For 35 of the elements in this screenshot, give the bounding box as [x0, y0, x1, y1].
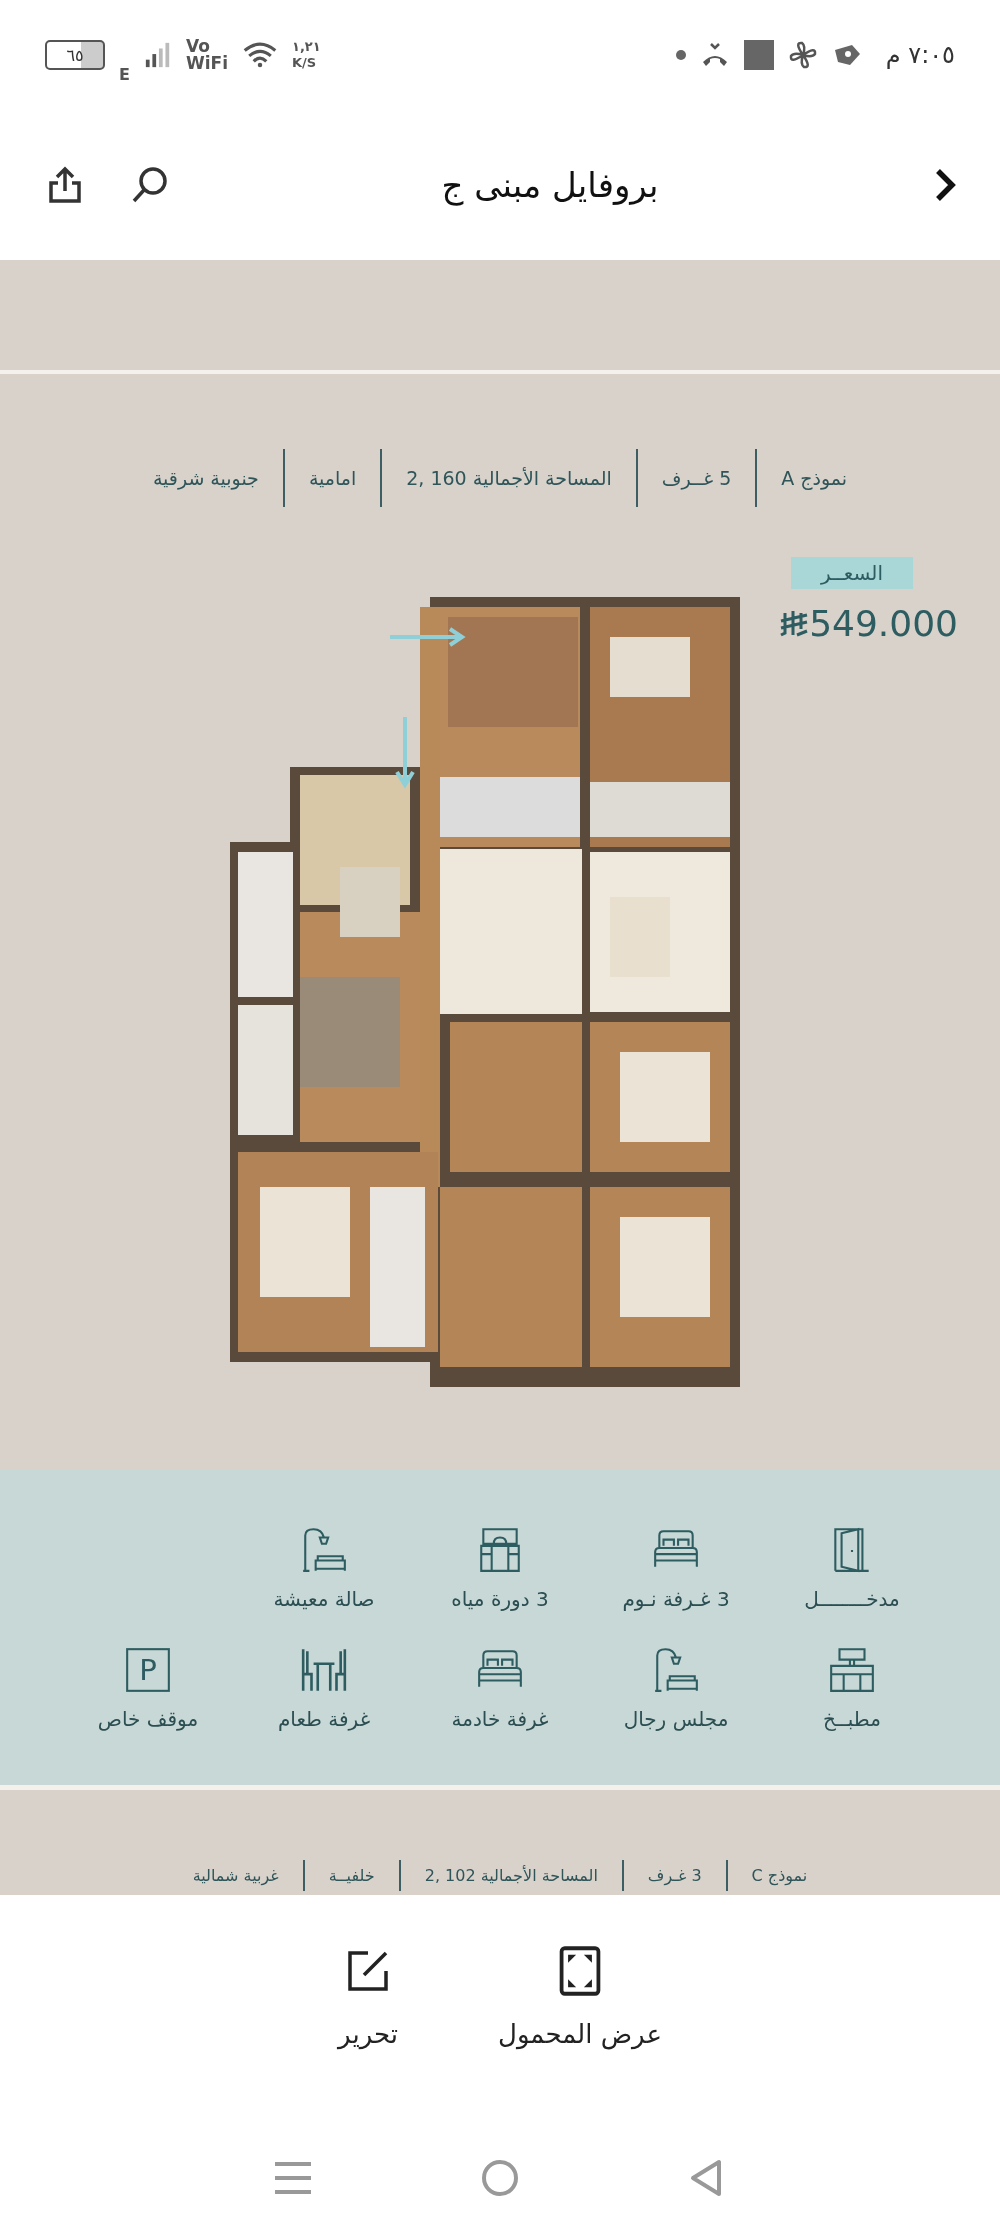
- spec-label: غربية شمالية: [191, 1865, 280, 1888]
- amenity-label: موقف خاص: [97, 1706, 199, 1731]
- spec-label: 3 غـرف: [621, 1860, 726, 1891]
- spec-label: نموذج C: [725, 1860, 832, 1891]
- pinwheel-icon: [787, 40, 818, 70]
- amenity-label: صالة معيشة: [273, 1586, 375, 1611]
- search-icon[interactable]: [130, 165, 170, 205]
- price-value: 549.000: [809, 603, 958, 644]
- spec-label: نموذج A: [755, 449, 872, 507]
- square-icon: [743, 40, 774, 70]
- spec-label: المساحة الأجمالية 160 ,2: [380, 449, 636, 507]
- home-icon[interactable]: [480, 2158, 520, 2198]
- spec-label: جنوبية شرقية: [151, 466, 260, 492]
- amenity-label: غرفة خادمة: [451, 1706, 549, 1731]
- battery-indicator: ٦٥: [45, 40, 105, 70]
- amenity-label: 3 دورة مياه: [451, 1586, 549, 1611]
- amenity-label: 3 غـرفة نـوم: [622, 1586, 730, 1611]
- notification-dot-icon: [675, 50, 686, 60]
- clock: ٧:٠٥ م: [885, 41, 955, 69]
- spec-label: خلفيــة: [302, 1860, 399, 1891]
- amenity-label: مجلس رجال: [623, 1706, 729, 1731]
- wifi-icon: [241, 41, 278, 69]
- network-type: E: [119, 64, 130, 84]
- fullscreen-button[interactable]: عرض المحمول: [498, 1945, 662, 2049]
- page-title: بروفايل مبنى ج: [441, 165, 659, 205]
- amenity-label: مدخــــــــل: [804, 1586, 900, 1611]
- spec-label: 5 غــرف: [635, 449, 756, 507]
- spec-label: امامية: [282, 449, 381, 507]
- spec-label: المساحة الأجمالية 102 ,2: [398, 1860, 622, 1891]
- vowifi-label: Vo WiFi: [185, 38, 228, 72]
- signal-icon: [143, 41, 172, 69]
- amenity-label: غرفة طعام: [277, 1706, 371, 1731]
- price-label: السعــر: [791, 557, 913, 589]
- amenity-label: مطبــخ: [823, 1706, 881, 1731]
- edit-button[interactable]: تحرير: [338, 1945, 399, 2049]
